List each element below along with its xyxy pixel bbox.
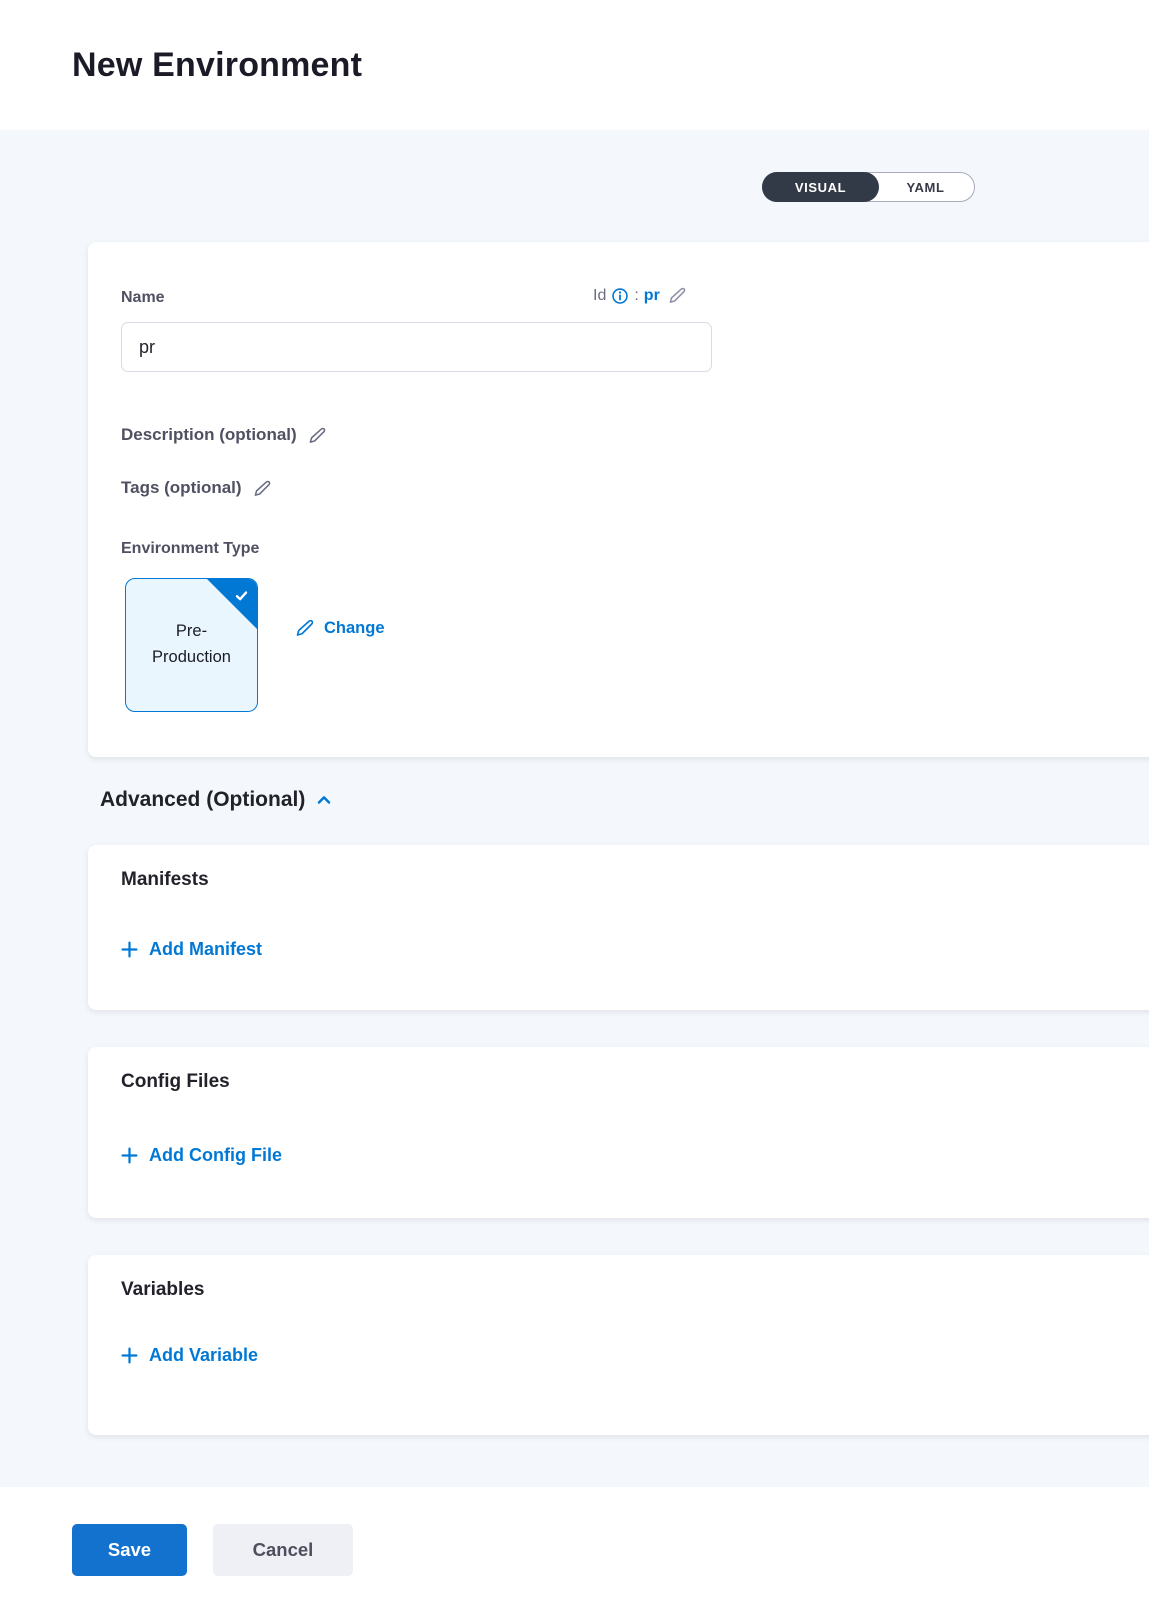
check-icon (232, 586, 251, 605)
change-label: Change (324, 619, 385, 638)
save-button[interactable]: Save (72, 1524, 187, 1576)
add-manifest-label: Add Manifest (149, 939, 262, 960)
tags-row[interactable]: Tags (optional) (121, 478, 272, 498)
add-config-file-button[interactable]: Add Config File (121, 1145, 282, 1166)
name-label: Name (121, 289, 165, 307)
add-variable-label: Add Variable (149, 1345, 258, 1366)
add-config-file-label: Add Config File (149, 1145, 282, 1166)
name-input[interactable] (121, 322, 712, 372)
environment-type-card-pre-production[interactable]: Pre-Production (125, 578, 258, 712)
plus-icon (121, 941, 138, 958)
plus-icon (121, 1147, 138, 1164)
page-title: New Environment (72, 46, 362, 85)
id-row: Id : pr (593, 286, 687, 305)
description-row[interactable]: Description (optional) (121, 425, 327, 445)
chevron-up-icon (315, 791, 333, 809)
visual-yaml-toggle[interactable]: VISUAL YAML (762, 172, 975, 202)
new-environment-page: New Environment VISUAL YAML Name Id : pr (0, 0, 1149, 1600)
info-icon[interactable] (611, 287, 629, 305)
advanced-optional-toggle[interactable]: Advanced (Optional) (100, 788, 333, 812)
change-environment-type-link[interactable]: Change (295, 618, 385, 638)
plus-icon (121, 1347, 138, 1364)
tags-label: Tags (optional) (121, 478, 242, 498)
edit-change-icon (295, 618, 315, 638)
add-variable-button[interactable]: Add Variable (121, 1345, 258, 1366)
edit-tags-icon[interactable] (253, 479, 272, 498)
edit-id-icon[interactable] (668, 286, 687, 305)
description-label: Description (optional) (121, 425, 297, 445)
cancel-button[interactable]: Cancel (213, 1524, 353, 1576)
edit-description-icon[interactable] (308, 426, 327, 445)
environment-type-label: Environment Type (121, 540, 259, 558)
variables-card: Variables Add Variable (88, 1255, 1149, 1435)
add-manifest-button[interactable]: Add Manifest (121, 939, 262, 960)
advanced-label: Advanced (Optional) (100, 788, 305, 812)
id-label: Id (593, 287, 606, 305)
environment-details-card: Name Id : pr Description (optional) (88, 242, 1149, 757)
id-separator: : (634, 287, 638, 305)
environment-type-value: Pre-Production (137, 619, 247, 670)
manifests-card: Manifests Add Manifest (88, 845, 1149, 1010)
id-value: pr (644, 287, 660, 305)
config-files-title: Config Files (121, 1071, 230, 1093)
tab-yaml[interactable]: YAML (877, 173, 974, 201)
tab-visual[interactable]: VISUAL (762, 172, 879, 202)
variables-title: Variables (121, 1279, 204, 1301)
manifests-title: Manifests (121, 869, 209, 891)
config-files-card: Config Files Add Config File (88, 1047, 1149, 1218)
